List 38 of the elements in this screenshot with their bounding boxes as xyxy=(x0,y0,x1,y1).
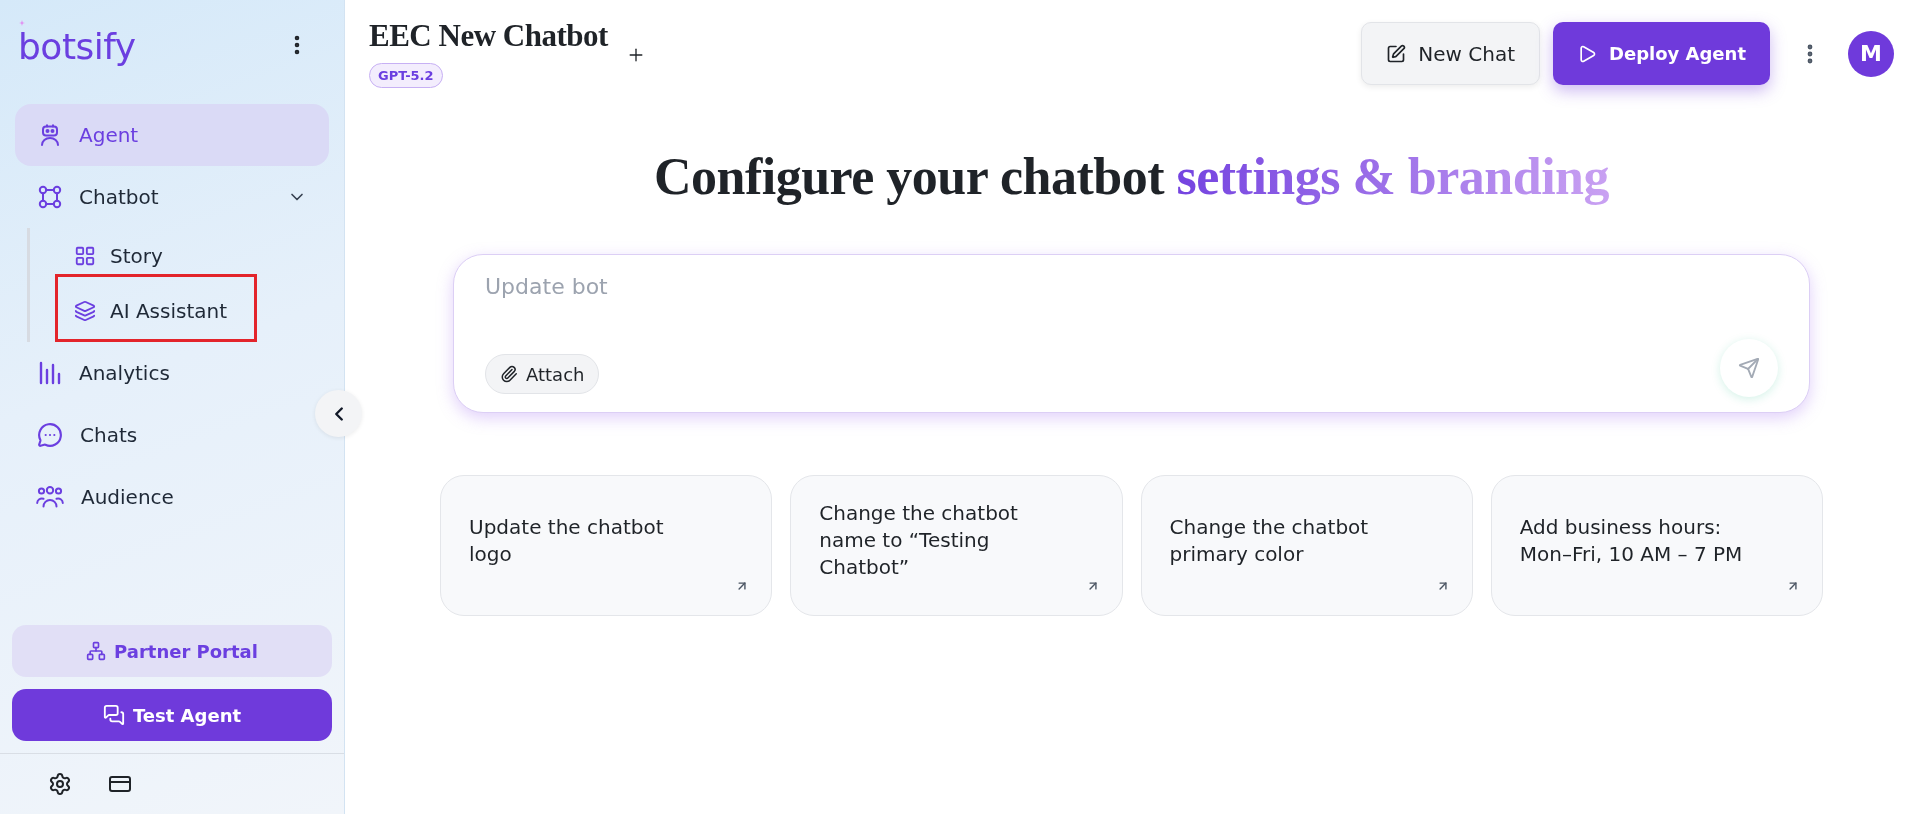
suggestion-card[interactable]: Add business hours: Mon–Fri, 10 AM – 7 PM xyxy=(1490,475,1823,616)
message-input[interactable]: Update bot xyxy=(485,272,1778,339)
layers-icon xyxy=(74,300,96,322)
nav-item[interactable]: Analytics xyxy=(15,342,313,404)
new-chat-button[interactable]: New Chat xyxy=(1361,22,1540,85)
chat-bubble-icon xyxy=(37,422,63,448)
test-agent-button[interactable]: Test Agent xyxy=(12,689,332,741)
page-heading: Configure your chatbot settings & branding xyxy=(653,147,1610,207)
people-icon xyxy=(36,486,64,508)
sub-nav-item[interactable]: AI Assistant xyxy=(55,274,257,342)
message-composer[interactable]: Update bot Attach xyxy=(453,254,1810,413)
bar-chart-icon xyxy=(38,361,62,385)
play-icon xyxy=(1577,43,1597,64)
suggestion-card[interactable]: Change the chatbot name to “Testing Chatbot” xyxy=(790,475,1123,616)
sub-nav-item[interactable]: Story xyxy=(55,228,257,274)
connected-nodes-icon xyxy=(38,185,62,209)
hierarchy-icon xyxy=(86,641,107,661)
nav-item[interactable]: Chatbot xyxy=(15,166,313,228)
nav-item[interactable]: Agent xyxy=(15,104,329,166)
robot-icon xyxy=(38,122,62,148)
nav-item[interactable]: Chats xyxy=(15,404,313,466)
paperclip-icon xyxy=(500,365,518,383)
chatbot-title: EEC New Chatbot xyxy=(369,18,608,54)
brand-logo: botsify xyxy=(18,27,136,67)
partner-portal-button[interactable]: Partner Portal xyxy=(12,625,332,677)
attach-button[interactable]: Attach xyxy=(485,354,600,394)
edit-icon xyxy=(1386,43,1407,64)
speech-bubbles-icon xyxy=(102,704,125,726)
deploy-agent-button[interactable]: Deploy Agent xyxy=(1553,22,1770,85)
suggestion-card[interactable]: Update the chatbot logo xyxy=(440,475,773,616)
send-icon xyxy=(1738,357,1760,379)
sparkle-icon xyxy=(19,20,25,26)
grid-icon xyxy=(74,245,96,267)
model-badge: GPT-5.2 xyxy=(369,63,443,88)
nav-item[interactable]: Audience xyxy=(15,466,313,528)
suggestion-card[interactable]: Change the chatbot primary color xyxy=(1140,475,1473,616)
user-avatar[interactable]: M xyxy=(1848,30,1894,77)
settings-icon[interactable] xyxy=(48,772,72,796)
